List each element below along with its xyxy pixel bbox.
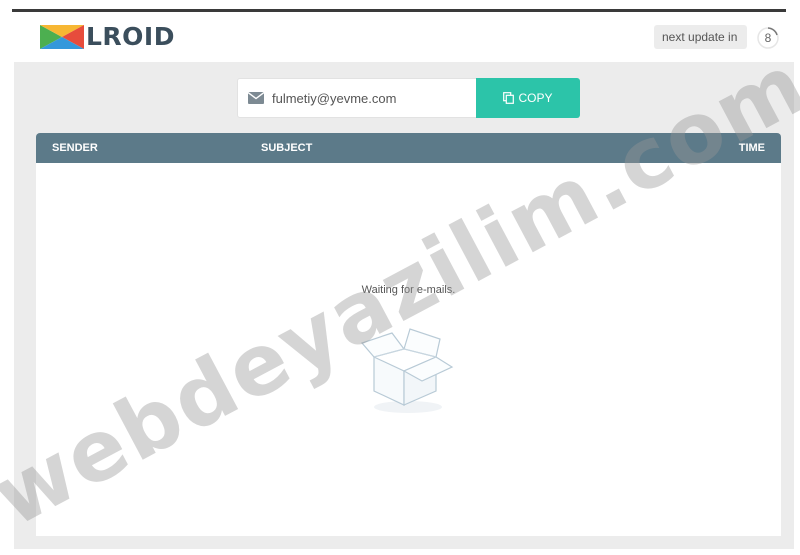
column-time: TIME: [738, 142, 765, 154]
email-address[interactable]: fulmetiy@yevme.com: [272, 91, 396, 106]
logo[interactable]: LROID: [40, 24, 175, 50]
logo-mark-icon: [40, 25, 84, 49]
next-update-label: next update in: [654, 25, 748, 49]
countdown-value: 8: [764, 31, 772, 45]
next-update-text: next update in: [662, 30, 738, 44]
empty-state-message: Waiting for e-mails.: [361, 284, 456, 296]
logo-text: LROID: [86, 22, 175, 51]
copy-icon: [503, 92, 515, 104]
update-countdown: 8: [756, 26, 780, 50]
copy-button[interactable]: COPY: [476, 78, 580, 118]
main-panel: fulmetiy@yevme.com COPY SENDER SUBJECT T…: [14, 62, 794, 549]
copy-button-label: COPY: [518, 91, 553, 105]
envelope-icon: [248, 92, 264, 104]
inbox-table-header: SENDER SUBJECT TIME: [36, 133, 781, 163]
header: LROID next update in 8: [0, 12, 800, 62]
empty-box-icon: [360, 328, 454, 413]
column-subject: SUBJECT: [261, 142, 313, 154]
email-address-field[interactable]: fulmetiy@yevme.com: [237, 78, 477, 118]
column-sender: SENDER: [52, 142, 98, 154]
inbox-table-body: Waiting for e-mails.: [36, 163, 781, 536]
